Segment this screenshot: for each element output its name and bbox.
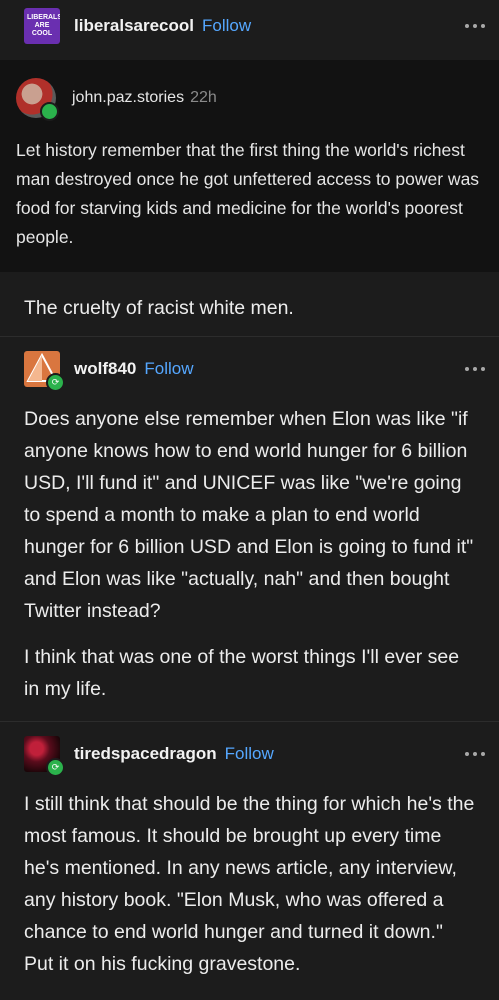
follow-button[interactable]: Follow <box>225 744 274 764</box>
blog-avatar[interactable]: LIBERALS ARE COOL <box>24 8 60 44</box>
logo-text: LIBERALS ARE COOL <box>27 14 60 37</box>
reblog-comment: The cruelty of racist white men. <box>24 297 294 319</box>
reply-paragraph: Does anyone else remember when Elon was … <box>24 408 474 622</box>
reblog-badge-icon: ⟳ <box>46 758 65 777</box>
reply-username[interactable]: tiredspacedragon <box>74 744 217 764</box>
wolf840-avatar[interactable]: ⟳ <box>24 351 65 392</box>
quoted-post: john.paz.stories 22h Let history remembe… <box>0 60 499 272</box>
reply-paragraph: I think that was one of the worst things… <box>24 646 460 700</box>
liberalsarecool-logo: LIBERALS ARE COOL <box>24 8 60 44</box>
reply-username[interactable]: wolf840 <box>74 359 136 379</box>
more-options-icon[interactable] <box>465 24 485 28</box>
quoted-username[interactable]: john.paz.stories <box>72 89 184 107</box>
online-badge-icon <box>40 102 59 121</box>
quoted-timestamp: 22h <box>190 89 217 106</box>
quoted-post-header: john.paz.stories 22h <box>16 78 483 121</box>
reply-header-wolf840: ⟳ wolf840 Follow <box>0 336 499 401</box>
reblog-badge-icon: ⟳ <box>46 373 65 392</box>
post-header: LIBERALS ARE COOL liberalsarecool Follow <box>0 0 499 52</box>
tiredspacedragon-avatar[interactable]: ⟳ <box>24 736 65 777</box>
more-options-icon[interactable] <box>465 367 485 371</box>
quoted-text: Let history remember that the first thin… <box>16 140 480 247</box>
follow-button[interactable]: Follow <box>202 16 251 36</box>
follow-button[interactable]: Follow <box>144 359 193 379</box>
quoted-avatar[interactable] <box>16 78 59 121</box>
reply-paragraph: I still think that should be the thing f… <box>24 793 475 975</box>
blog-name[interactable]: liberalsarecool <box>74 16 194 36</box>
reply-header-tiredspacedragon: ⟳ tiredspacedragon Follow <box>0 721 499 786</box>
more-options-icon[interactable] <box>465 752 485 756</box>
